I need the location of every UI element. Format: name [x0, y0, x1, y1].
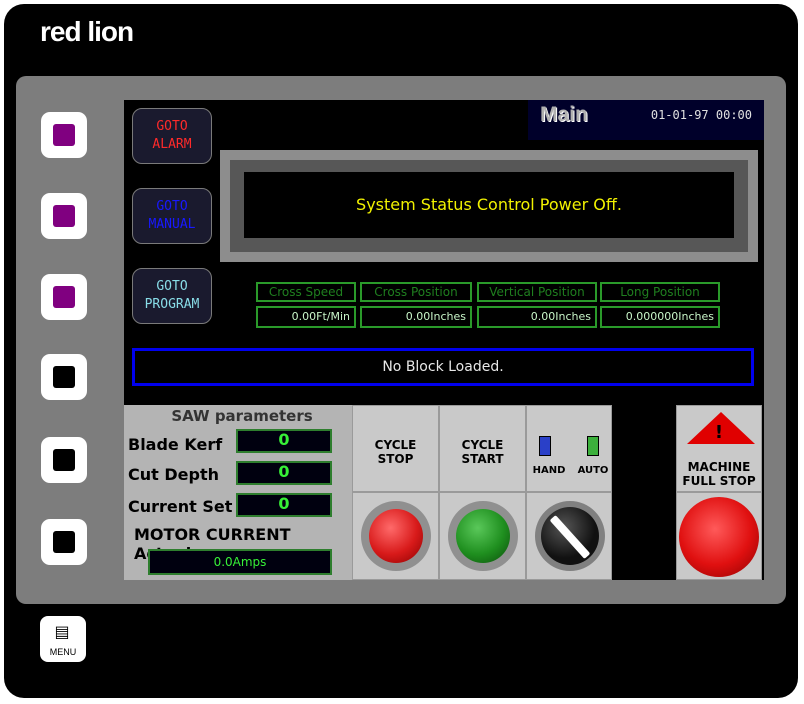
- current-set-field[interactable]: 0: [236, 493, 332, 517]
- cycle-stop-plate: [352, 492, 439, 580]
- cross-position-label: Cross Position: [360, 282, 472, 302]
- saw-parameters-panel: SAW parameters Blade Kerf 0 Cut Depth 0 …: [124, 405, 352, 580]
- goto-manual-line1: GOTO: [156, 199, 188, 214]
- auto-indicator-light: [587, 436, 599, 456]
- mode-label-plate: HAND AUTO: [526, 405, 612, 492]
- menu-button[interactable]: ▤ MENU: [40, 616, 86, 662]
- warning-exclamation: !: [714, 422, 724, 443]
- hand-label: HAND: [532, 465, 566, 476]
- red-button-cap: [369, 509, 423, 563]
- cross-position-value: 0.00Inches: [360, 306, 472, 328]
- block-status-bar: No Block Loaded.: [132, 348, 754, 386]
- page-title: Main: [540, 103, 588, 126]
- cycle-start-line2: START: [461, 452, 504, 466]
- softkey-indicator: [53, 531, 75, 553]
- menu-label: MENU: [49, 647, 77, 657]
- goto-program-line2: PROGRAM: [144, 297, 200, 312]
- machine-full-stop-label-plate: ! MACHINE FULL STOP: [676, 405, 762, 492]
- goto-alarm-line2: ALARM: [152, 137, 192, 152]
- selector-plate: [526, 492, 612, 580]
- cycle-start-plate: [439, 492, 526, 580]
- status-panel: System Status Control Power Off.: [220, 150, 758, 262]
- softkey-5[interactable]: [41, 437, 87, 483]
- blade-kerf-field[interactable]: 0: [236, 429, 332, 453]
- green-button-cap: [456, 509, 510, 563]
- goto-program-button[interactable]: GOTO PROGRAM: [132, 268, 212, 324]
- machine-full-stop-button[interactable]: [679, 497, 759, 577]
- cut-depth-label: Cut Depth: [128, 465, 219, 484]
- softkey-2[interactable]: [41, 193, 87, 239]
- goto-manual-button[interactable]: GOTO MANUAL: [132, 188, 212, 244]
- softkey-3[interactable]: [41, 274, 87, 320]
- long-position-label: Long Position: [600, 282, 720, 302]
- status-message: System Status Control Power Off.: [244, 172, 734, 238]
- menu-list-icon: ▤: [54, 622, 70, 641]
- goto-alarm-line1: GOTO: [156, 119, 188, 134]
- title-bar: Main 01-01-97 00:00: [528, 100, 764, 140]
- blade-kerf-label: Blade Kerf: [128, 435, 223, 454]
- current-set-label: Current Set: [128, 497, 233, 516]
- long-position-value: 0.000000Inches: [600, 306, 720, 328]
- hand-auto-selector-switch[interactable]: [535, 501, 605, 571]
- softkey-indicator: [53, 449, 75, 471]
- machine-stop-line1: MACHINE: [687, 460, 751, 474]
- red-lion-logo: red lion: [40, 16, 134, 48]
- logo-text: red lion: [40, 16, 134, 47]
- vertical-position-label: Vertical Position: [477, 282, 597, 302]
- datetime-display: 01-01-97 00:00: [650, 108, 752, 122]
- cycle-stop-button[interactable]: [361, 501, 431, 571]
- softkey-1[interactable]: [41, 112, 87, 158]
- auto-label: AUTO: [577, 465, 609, 476]
- cross-speed-label: Cross Speed: [256, 282, 356, 302]
- softkey-indicator: [53, 124, 75, 146]
- cross-speed-value: 0.00Ft/Min: [256, 306, 356, 328]
- goto-program-line1: GOTO: [156, 279, 188, 294]
- cycle-start-line1: CYCLE: [461, 438, 504, 452]
- hmi-screen: Main 01-01-97 00:00 GOTO ALARM GOTO MANU…: [124, 100, 764, 580]
- goto-alarm-button[interactable]: GOTO ALARM: [132, 108, 212, 164]
- cycle-stop-line2: STOP: [377, 452, 414, 466]
- cycle-start-label-plate: CYCLE START: [439, 405, 526, 492]
- softkey-indicator: [53, 205, 75, 227]
- status-panel-inner: System Status Control Power Off.: [230, 160, 748, 252]
- softkey-6[interactable]: [41, 519, 87, 565]
- cycle-start-button[interactable]: [448, 501, 518, 571]
- hand-indicator-light: [539, 436, 551, 456]
- goto-manual-line2: MANUAL: [148, 217, 196, 232]
- softkey-indicator: [53, 366, 75, 388]
- softkey-4[interactable]: [41, 354, 87, 400]
- softkey-indicator: [53, 286, 75, 308]
- estop-plate: [676, 492, 762, 580]
- cycle-stop-line1: CYCLE: [374, 438, 417, 452]
- vertical-position-value: 0.00Inches: [477, 306, 597, 328]
- cut-depth-field[interactable]: 0: [236, 461, 332, 485]
- motor-current-value: 0.0Amps: [148, 549, 332, 575]
- cycle-stop-label-plate: CYCLE STOP: [352, 405, 439, 492]
- saw-parameters-title: SAW parameters: [171, 407, 313, 425]
- machine-stop-line2: FULL STOP: [682, 474, 756, 488]
